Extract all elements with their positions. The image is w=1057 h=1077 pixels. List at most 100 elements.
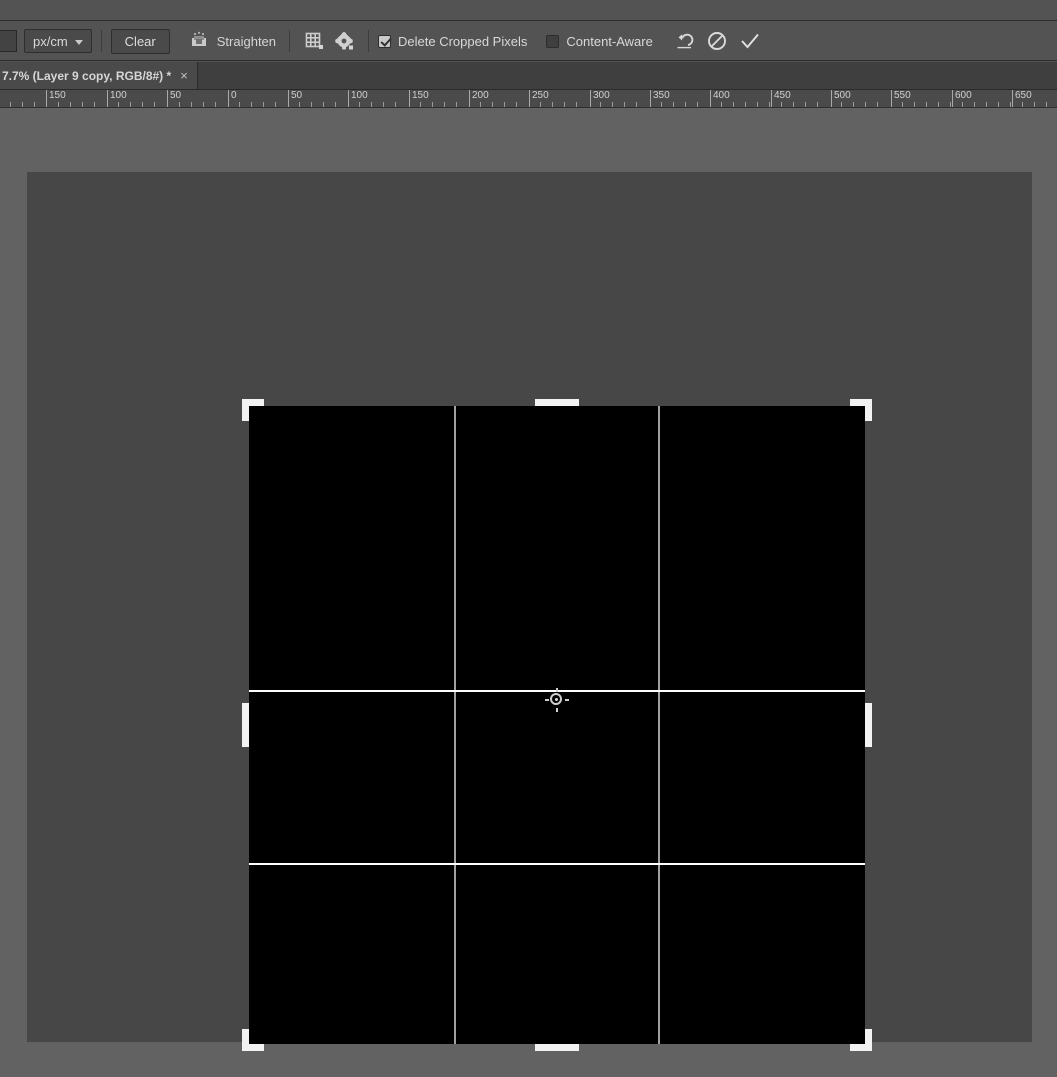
crop-handle-middle-left[interactable] — [242, 703, 249, 747]
crop-handle-bottom-right[interactable] — [850, 1029, 872, 1051]
ruler-tick-minor — [564, 102, 565, 107]
gear-icon — [335, 32, 354, 50]
ruler-tick-minor — [817, 102, 818, 107]
crop-unit-select[interactable]: px/cm — [24, 29, 92, 53]
crop-ratio-input[interactable] — [0, 30, 17, 52]
ruler-tick-major — [228, 90, 229, 107]
close-icon[interactable]: × — [180, 69, 188, 82]
ruler-tick-major — [529, 90, 530, 107]
crop-handle-top-right[interactable] — [850, 399, 872, 421]
ruler-tick-minor — [82, 102, 83, 107]
ruler-tick-major — [952, 90, 953, 107]
crop-settings-button[interactable] — [329, 26, 359, 56]
ruler-tick-minor — [142, 102, 143, 107]
ruler-tick-minor — [950, 102, 951, 107]
ruler-tick-minor — [10, 102, 11, 107]
crop-handle-bottom-left[interactable] — [242, 1029, 264, 1051]
ruler-tick-major — [46, 90, 47, 107]
content-aware-label: Content-Aware — [566, 33, 653, 49]
toolbar-divider — [100, 30, 102, 52]
ruler-tick-minor — [395, 102, 396, 107]
ruler-tick-minor — [251, 102, 252, 107]
crop-handle-top-center[interactable] — [535, 399, 579, 406]
ruler-tick-minor — [432, 102, 433, 107]
ruler-tick-minor — [721, 102, 722, 107]
ruler-tick-minor — [191, 102, 192, 107]
ruler-tick-major — [831, 90, 832, 107]
crop-handle-top-left[interactable] — [242, 399, 264, 421]
ruler-tick-minor — [323, 102, 324, 107]
reticle-spoke — [565, 698, 569, 701]
ruler-tick-minor — [902, 102, 903, 107]
ruler-tick-minor — [203, 102, 204, 107]
cancel-crop-button[interactable] — [701, 26, 733, 56]
ruler-tick-minor — [757, 102, 758, 107]
crop-handle-bottom-center[interactable] — [535, 1044, 579, 1051]
ruler-tick-minor — [275, 102, 276, 107]
ruler-tick-minor — [938, 102, 939, 107]
ruler-tick-minor — [58, 102, 59, 107]
document-tab[interactable]: 7.7% (Layer 9 copy, RGB/8#) * × — [0, 62, 198, 89]
ruler-tick-minor — [841, 102, 842, 107]
document-tab-strip: 7.7% (Layer 9 copy, RGB/8#) * × — [0, 62, 1057, 90]
ruler-label: 650 — [1015, 90, 1032, 101]
ruler-tick-minor — [914, 102, 915, 107]
clear-button[interactable]: Clear — [110, 28, 170, 54]
reticle-spoke — [555, 708, 558, 712]
content-aware-checkbox[interactable]: Content-Aware — [546, 33, 653, 49]
reset-crop-button[interactable] — [669, 26, 701, 56]
crop-grid-line-vertical — [454, 406, 457, 1044]
ruler-tick-minor — [673, 102, 674, 107]
ruler-tick-major — [1012, 90, 1013, 107]
straighten-button[interactable]: Straighten — [184, 31, 280, 52]
commit-crop-button[interactable] — [733, 26, 767, 56]
ruler-tick-minor — [239, 102, 240, 107]
ruler-label: 600 — [955, 90, 972, 101]
ruler-tick-minor — [22, 102, 23, 107]
commit-checkmark-icon — [741, 33, 759, 49]
ruler-tick-minor — [1046, 102, 1047, 107]
ruler-tick-major — [469, 90, 470, 107]
ruler-tick-minor — [962, 102, 963, 107]
ruler-label: 150 — [412, 90, 429, 101]
crop-overlay-grid-button[interactable] — [299, 26, 329, 56]
crop-selection-rectangle[interactable] — [242, 399, 872, 1051]
chevron-down-icon — [74, 39, 83, 45]
content-aware-checkbox-box — [546, 34, 560, 48]
ruler-tick-minor — [636, 102, 637, 107]
ruler-tick-minor — [853, 102, 854, 107]
ruler-tick-minor — [299, 102, 300, 107]
ruler-label: 50 — [291, 90, 303, 101]
ruler-tick-major — [650, 90, 651, 107]
ruler-tick-minor — [179, 102, 180, 107]
horizontal-ruler[interactable]: 150 100 50 0 50 100 150 200 250 300 350 400 450 500 55… — [0, 90, 1057, 108]
ruler-tick-minor — [986, 102, 987, 107]
crop-grid-line-horizontal — [249, 862, 865, 865]
ruler-tick-minor — [540, 102, 541, 107]
ruler-label: 100 — [110, 90, 127, 101]
ruler-tick-minor — [263, 102, 264, 107]
delete-cropped-pixels-checkbox[interactable]: Delete Cropped Pixels — [378, 34, 527, 49]
ruler-tick-major — [167, 90, 168, 107]
reset-undo-icon — [677, 33, 694, 49]
ruler-tick-major — [590, 90, 591, 107]
straighten-icon — [188, 31, 210, 52]
cancel-circle-slash-icon — [707, 32, 726, 50]
ruler-tick-minor — [697, 102, 698, 107]
ruler-tick-minor — [612, 102, 613, 107]
ruler-tick-minor — [444, 102, 445, 107]
ruler-tick-minor — [877, 102, 878, 107]
document-canvas[interactable] — [27, 172, 1032, 1051]
ruler-tick-minor — [576, 102, 577, 107]
application-top-bar — [0, 0, 1057, 21]
ruler-tick-minor — [661, 102, 662, 107]
ruler-tick-minor — [130, 102, 131, 107]
crop-handle-middle-right[interactable] — [865, 703, 872, 747]
ruler-tick-major — [348, 90, 349, 107]
ruler-tick-minor — [94, 102, 95, 107]
ruler-tick-major — [409, 90, 410, 107]
ruler-label: 150 — [49, 90, 66, 101]
straighten-label: Straighten — [216, 33, 277, 49]
ruler-tick-minor — [781, 102, 782, 107]
ruler-tick-minor — [600, 102, 601, 107]
